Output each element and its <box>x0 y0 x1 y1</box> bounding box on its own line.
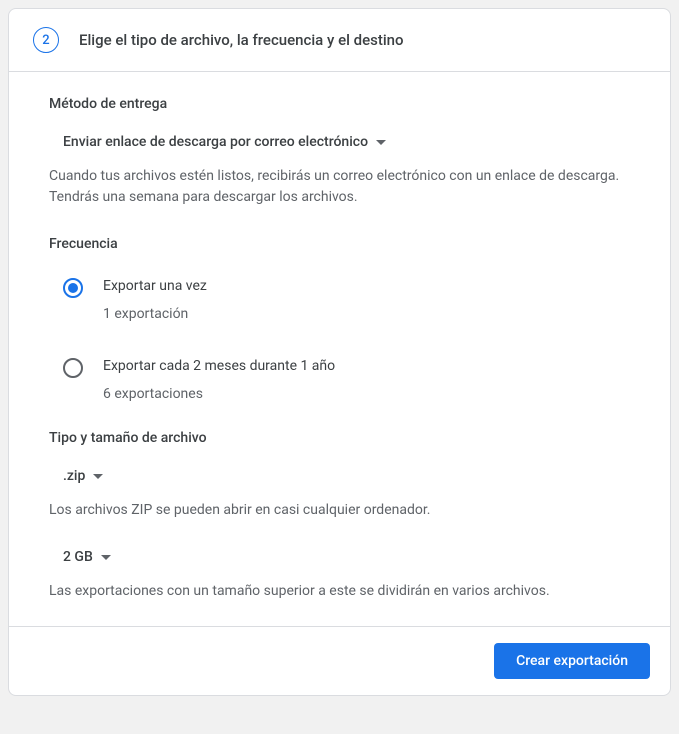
file-size-value: 2 GB <box>63 549 93 565</box>
create-export-button[interactable]: Crear exportación <box>494 643 650 679</box>
step-title: Elige el tipo de archivo, la frecuencia … <box>79 31 404 49</box>
file-size-help-text: Las exportaciones con un tamaño superior… <box>49 581 630 602</box>
frequency-option-bimonthly[interactable]: Exportar cada 2 meses durante 1 año 6 ex… <box>49 350 630 410</box>
delivery-method-dropdown[interactable]: Enviar enlace de descarga por correo ele… <box>49 130 630 154</box>
frequency-bimonthly-label: Exportar cada 2 meses durante 1 año <box>103 358 630 374</box>
file-type-help-text: Los archivos ZIP se pueden abrir en casi… <box>49 500 630 521</box>
step-number-badge: 2 <box>33 27 59 53</box>
frequency-bimonthly-sublabel: 6 exportaciones <box>103 386 630 402</box>
filetype-section-title: Tipo y tamaño de archivo <box>49 430 630 446</box>
frequency-option-once[interactable]: Exportar una vez 1 exportación <box>49 270 630 330</box>
step-header: 2 Elige el tipo de archivo, la frecuenci… <box>9 9 670 72</box>
chevron-down-icon <box>101 555 111 560</box>
frequency-section-title: Frecuencia <box>49 236 630 252</box>
radio-content: Exportar cada 2 meses durante 1 año 6 ex… <box>103 358 630 402</box>
card-body: Método de entrega Enviar enlace de desca… <box>9 72 670 626</box>
radio-checked-icon <box>63 278 83 298</box>
radio-unchecked-icon <box>63 358 83 378</box>
chevron-down-icon <box>93 474 103 479</box>
file-size-dropdown[interactable]: 2 GB <box>49 545 630 569</box>
delivery-section-title: Método de entrega <box>49 96 630 112</box>
chevron-down-icon <box>376 140 386 145</box>
delivery-help-text: Cuando tus archivos estén listos, recibi… <box>49 166 630 208</box>
frequency-once-label: Exportar una vez <box>103 278 630 294</box>
delivery-method-value: Enviar enlace de descarga por correo ele… <box>63 134 368 150</box>
radio-content: Exportar una vez 1 exportación <box>103 278 630 322</box>
export-settings-card: 2 Elige el tipo de archivo, la frecuenci… <box>8 8 671 696</box>
file-type-value: .zip <box>63 468 85 484</box>
card-footer: Crear exportación <box>9 626 670 695</box>
file-type-dropdown[interactable]: .zip <box>49 464 630 488</box>
frequency-once-sublabel: 1 exportación <box>103 306 630 322</box>
